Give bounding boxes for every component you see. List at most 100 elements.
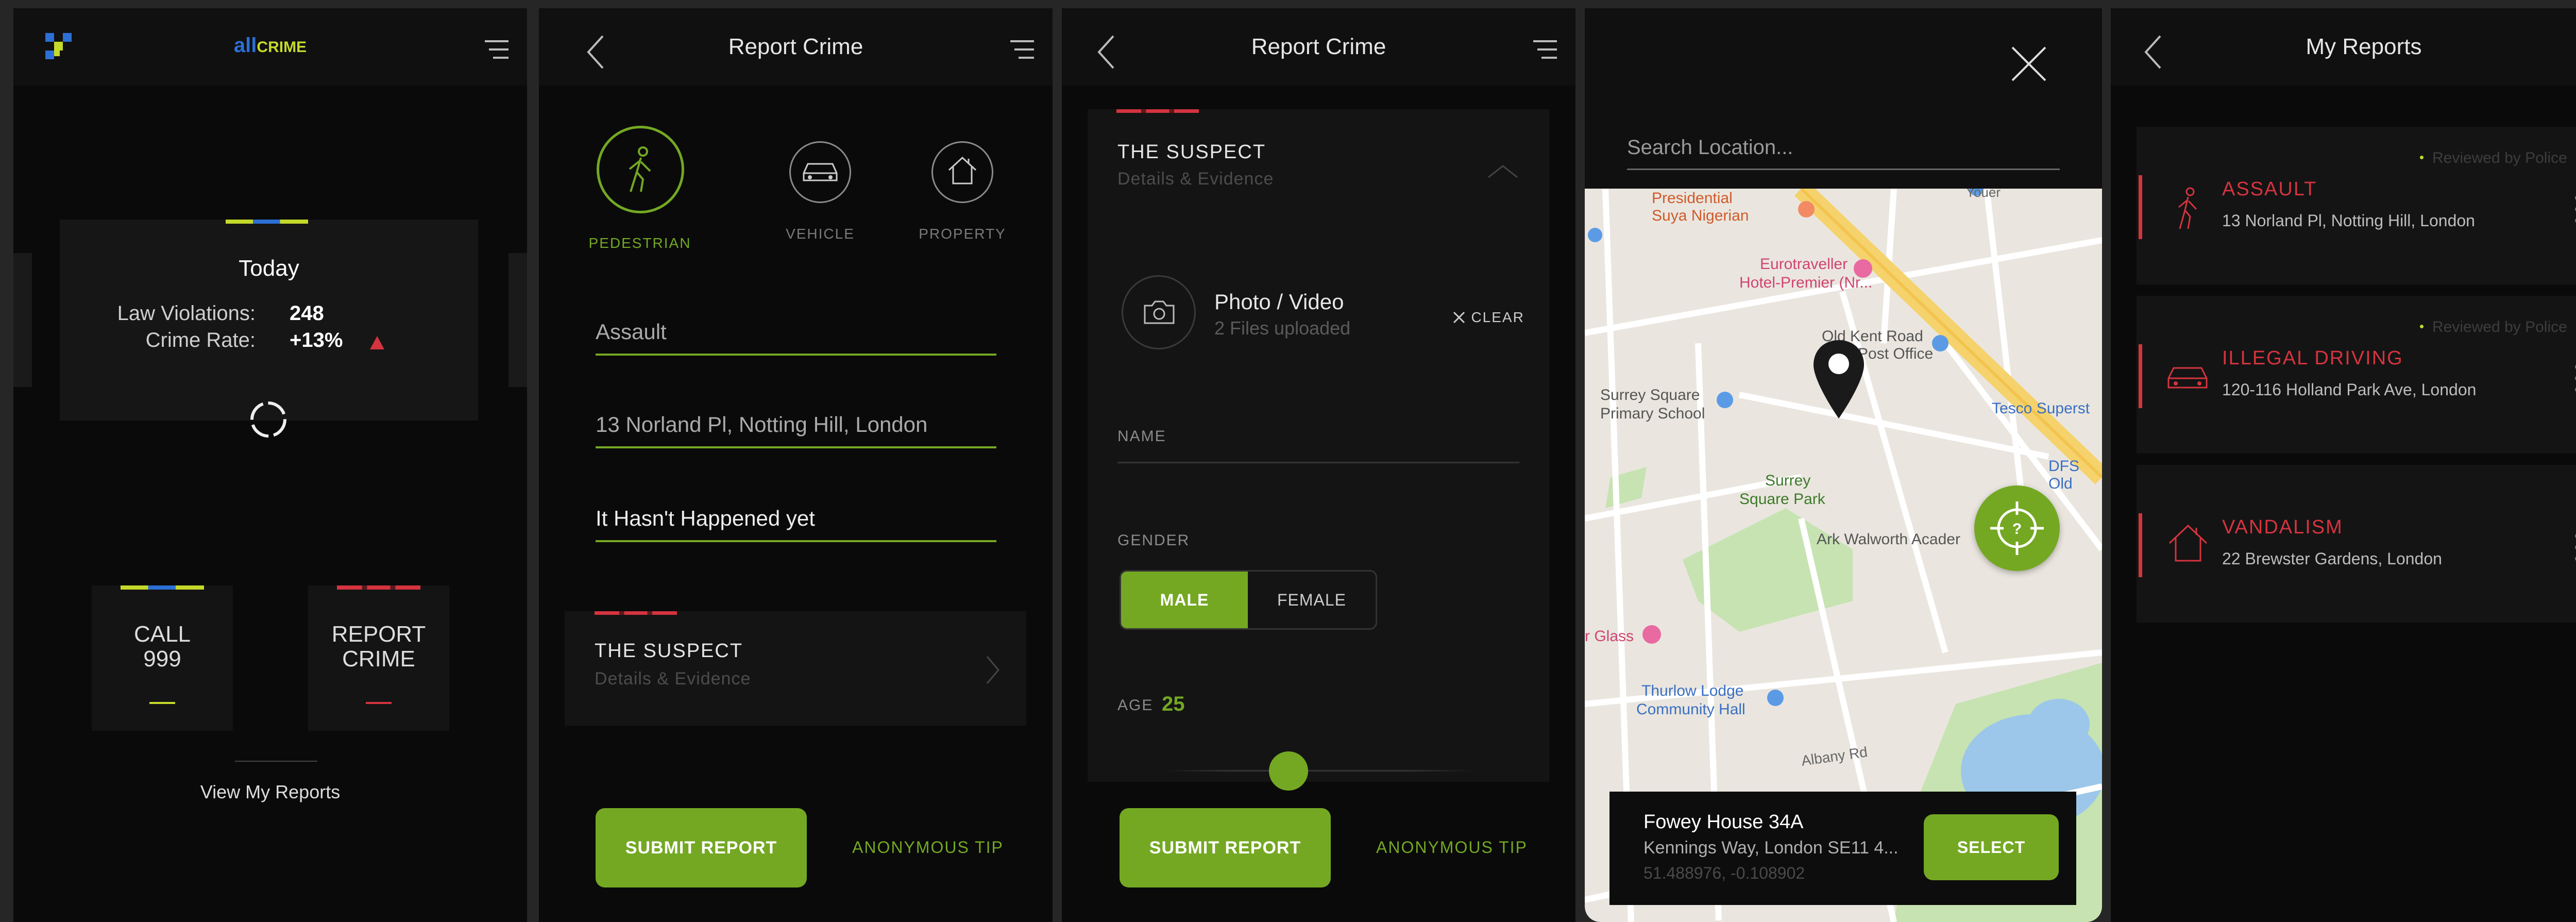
page-title: Report Crime	[1251, 34, 1386, 59]
suspect-subtitle: Details & Evidence	[595, 669, 751, 689]
age-slider-thumb[interactable]	[1269, 751, 1308, 791]
location-field[interactable]: 13 Norland Pl, Notting Hill, London	[596, 412, 996, 448]
camera-button[interactable]	[1122, 275, 1196, 349]
property-label: PROPERTY	[919, 226, 1006, 242]
report-crime-button[interactable]: REPORT CRIME	[308, 585, 449, 731]
more-vertical-icon[interactable]	[2573, 532, 2576, 563]
violations-value: 248	[290, 302, 324, 325]
close-icon[interactable]	[2010, 45, 2047, 82]
call-label-2: 999	[143, 646, 181, 672]
suspect-title: THE SUSPECT	[595, 640, 743, 662]
suspect-details-screen: Report Crime THE SUSPECT Details & Evide…	[1062, 8, 1575, 922]
age-slider[interactable]	[1165, 751, 1474, 791]
report-address: 22 Brewster Gardens, London	[2222, 549, 2442, 568]
rate-value: +13%	[290, 329, 343, 351]
call-label-1: CALL	[133, 622, 191, 647]
location-sheet: Fowey House 34A Kennings Way, London SE1…	[1609, 792, 2076, 905]
sheet-coords: 51.488976, -0.108902	[1643, 864, 1805, 882]
report-card[interactable]: Reviewed by Police ILLEGAL DRIVING 120-1…	[2137, 296, 2576, 454]
menu-icon[interactable]	[1009, 38, 1035, 61]
back-arrow-icon[interactable]	[1096, 34, 1116, 70]
crime-type-field[interactable]: Assault	[596, 320, 996, 356]
map-label-glass: r Glass	[1585, 628, 1634, 645]
suspect-panel[interactable]: THE SUSPECT Details & Evidence	[565, 611, 1026, 726]
map-label-thurlow: Thurlow Lodge	[1641, 682, 1744, 699]
car-icon	[803, 163, 838, 181]
suspect-stripe	[595, 611, 677, 615]
back-arrow-icon[interactable]	[585, 34, 606, 70]
pedestrian-icon	[629, 146, 651, 192]
more-vertical-icon[interactable]	[2573, 194, 2576, 225]
name-field[interactable]: NAME	[1117, 418, 1519, 463]
menu-icon[interactable]	[484, 38, 510, 61]
clear-media-button[interactable]: CLEAR	[1452, 309, 1524, 328]
home-screen: allCRIME Today Law Violations: 248 Crime…	[13, 8, 527, 922]
suspect-stripe	[1116, 109, 1199, 113]
category-vehicle[interactable]: VEHICLE	[764, 141, 877, 249]
loading-spinner-icon	[250, 401, 286, 438]
car-icon	[2167, 367, 2208, 389]
category-property[interactable]: PROPERTY	[906, 141, 1019, 249]
time-field[interactable]: It Hasn't Happened yet	[596, 506, 996, 542]
submit-report-button[interactable]: SUBMIT REPORT	[1120, 808, 1331, 887]
pedestrian-label: PEDESTRIAN	[588, 235, 691, 251]
anonymous-tip-link[interactable]: ANONYMOUS TIP	[852, 838, 1004, 857]
report-address: 13 Norland Pl, Notting Hill, London	[2222, 211, 2475, 230]
sheet-address: Kennings Way, London SE11 4...	[1643, 838, 1899, 858]
more-vertical-icon[interactable]	[2573, 363, 2576, 394]
map-label-hotel: Hotel-Premier (Nr...	[1739, 274, 1873, 291]
report-label-1: REPORT	[331, 622, 426, 647]
sheet-title: Fowey House 34A	[1643, 811, 1804, 833]
chevron-up-icon[interactable]	[1486, 164, 1519, 179]
view-my-reports-link[interactable]: View My Reports	[13, 781, 527, 803]
report-header: Report Crime	[1062, 8, 1575, 86]
category-pedestrian[interactable]: PEDESTRIAN	[589, 126, 697, 260]
camera-icon	[1144, 300, 1175, 324]
report-status: Reviewed by Police	[2432, 318, 2567, 336]
app-logo: allCRIME	[13, 34, 527, 57]
suspect-subtitle: Details & Evidence	[1117, 169, 1274, 189]
search-location-input[interactable]: Search Location...	[1627, 136, 2060, 170]
map-label-surrey-school: Surrey Square	[1600, 387, 1700, 404]
location-pin-icon[interactable]	[1810, 338, 1867, 421]
submit-report-button[interactable]: SUBMIT REPORT	[596, 808, 807, 887]
anonymous-tip-link[interactable]: ANONYMOUS TIP	[1376, 838, 1528, 857]
map-label-surrey-park: Surrey	[1765, 472, 1811, 489]
violations-label: Law Violations:	[117, 302, 256, 325]
house-icon	[2168, 524, 2208, 562]
reports-header: My Reports	[2111, 8, 2576, 86]
stats-title: Today	[239, 256, 299, 281]
report-title: VANDALISM	[2222, 516, 2343, 538]
male-option[interactable]: MALE	[1121, 572, 1248, 628]
clear-label: CLEAR	[1471, 309, 1524, 325]
media-title: Photo / Video	[1214, 290, 1344, 314]
chevron-right-icon	[986, 656, 999, 684]
map-label-presidential: Presidential	[1652, 190, 1733, 207]
stats-side-left	[13, 253, 32, 387]
select-location-button[interactable]: SELECT	[1924, 814, 2059, 880]
status-dot	[2420, 156, 2424, 159]
call-999-button[interactable]: CALL 999	[92, 585, 233, 731]
report-title: ILLEGAL DRIVING	[2222, 347, 2403, 369]
gender-label: GENDER	[1117, 532, 1190, 549]
trend-up-icon	[370, 336, 384, 349]
media-subtitle: 2 Files uploaded	[1214, 317, 1351, 339]
back-arrow-icon[interactable]	[2143, 34, 2163, 70]
menu-icon[interactable]	[1532, 38, 1558, 61]
stats-card: Today Law Violations: 248 Crime Rate: +1…	[60, 220, 478, 421]
map-view[interactable]: Presidential Suya Nigerian Eurotraveller…	[1585, 189, 2102, 922]
report-underline	[366, 702, 392, 704]
report-crime-screen: Report Crime PEDESTRIAN VEHICLE PROPERTY…	[539, 8, 1053, 922]
female-option[interactable]: FEMALE	[1248, 572, 1376, 628]
map-label-square-park: Square Park	[1739, 491, 1825, 508]
gender-toggle: MALE FEMALE	[1120, 570, 1377, 630]
report-title: ASSAULT	[2222, 178, 2317, 200]
page-title: Report Crime	[728, 34, 863, 59]
vehicle-label: VEHICLE	[786, 226, 855, 242]
age-slider-track	[1165, 770, 1474, 772]
rate-label: Crime Rate:	[145, 329, 256, 351]
report-card[interactable]: Reviewed by Police ASSAULT 13 Norland Pl…	[2137, 127, 2576, 284]
locate-me-button[interactable]: ?	[1974, 485, 2060, 571]
report-card[interactable]: VANDALISM 22 Brewster Gardens, London	[2137, 465, 2576, 623]
logo-crime: CRIME	[257, 39, 307, 56]
